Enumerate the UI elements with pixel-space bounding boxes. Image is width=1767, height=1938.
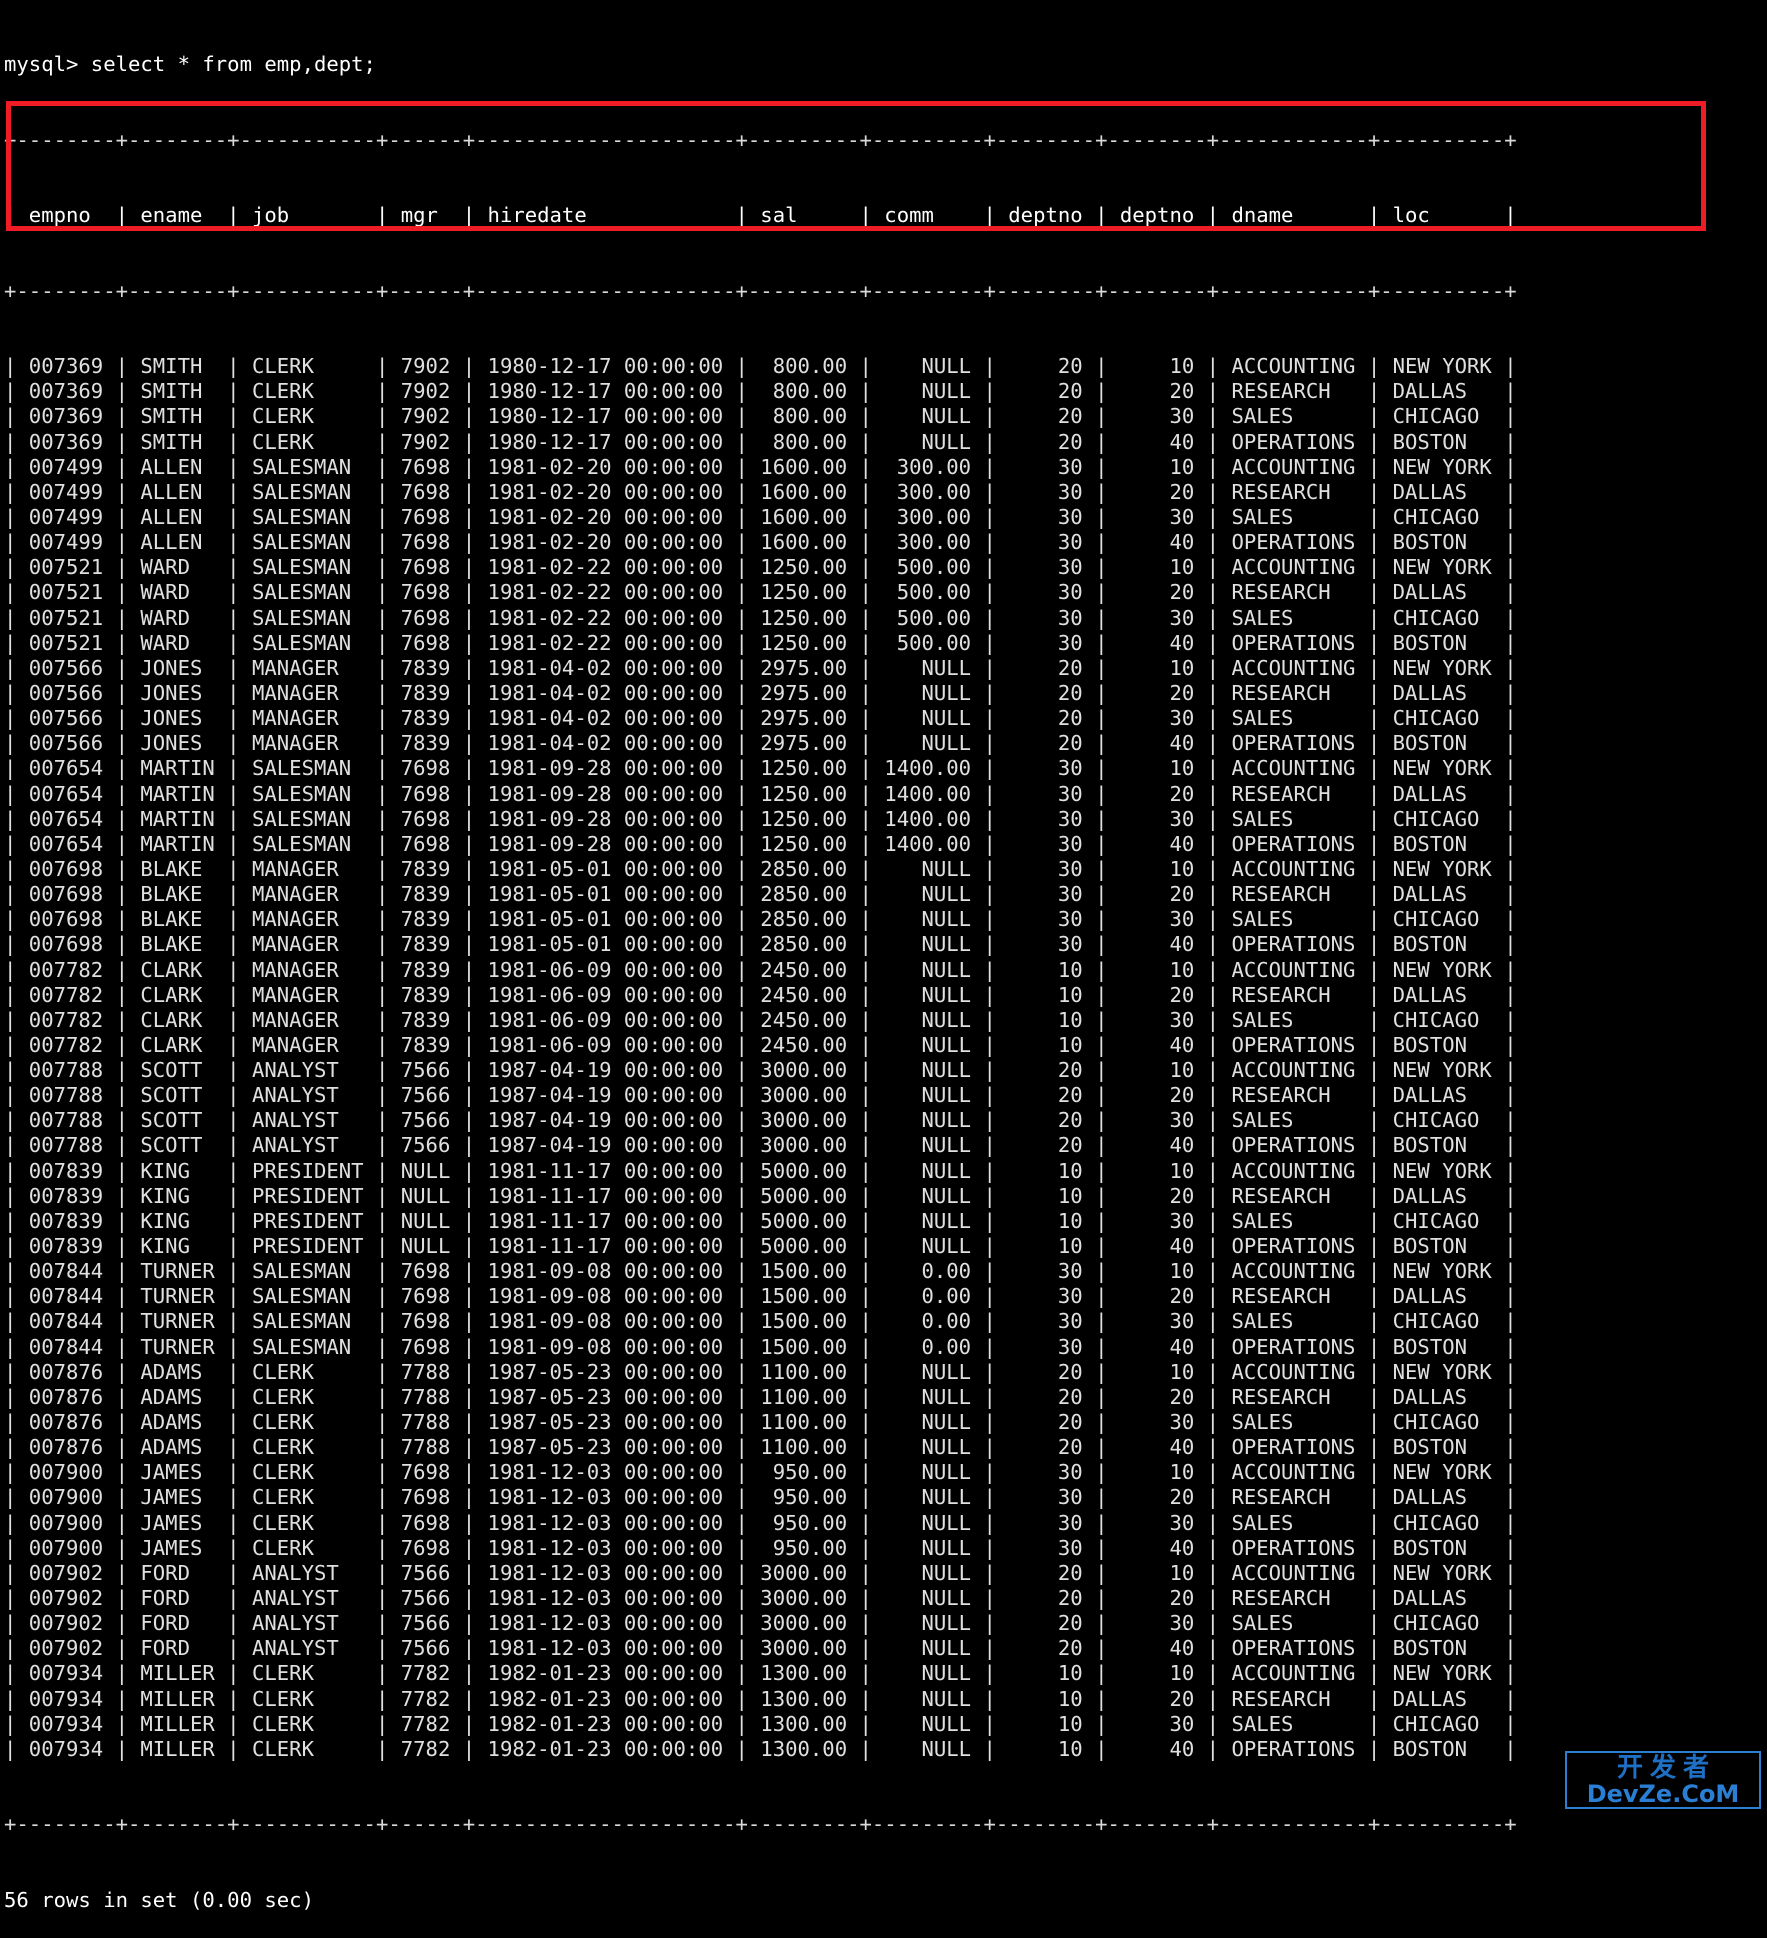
table-row: | 007839 | KING | PRESIDENT | NULL | 198… [4,1183,1517,1208]
table-row: | 007876 | ADAMS | CLERK | 7788 | 1987-0… [4,1384,1517,1409]
table-row: | 007499 | ALLEN | SALESMAN | 7698 | 198… [4,530,1517,555]
table-row: | 007521 | WARD | SALESMAN | 7698 | 1981… [4,630,1517,655]
table-row: | 007499 | ALLEN | SALESMAN | 7698 | 198… [4,504,1517,529]
table-row: | 007902 | FORD | ANALYST | 7566 | 1981-… [4,1586,1517,1611]
table-row: | 007369 | SMITH | CLERK | 7902 | 1980-1… [4,379,1517,404]
table-row: | 007499 | ALLEN | SALESMAN | 7698 | 198… [4,454,1517,479]
table-row: | 007654 | MARTIN | SALESMAN | 7698 | 19… [4,756,1517,781]
table-row: | 007876 | ADAMS | CLERK | 7788 | 1987-0… [4,1410,1517,1435]
table-row: | 007900 | JAMES | CLERK | 7698 | 1981-1… [4,1510,1517,1535]
table-row: | 007566 | JONES | MANAGER | 7839 | 1981… [4,655,1517,680]
mysql-prompt-line: mysql> select * from emp,dept; [4,52,376,77]
table-row: | 007369 | SMITH | CLERK | 7902 | 1980-1… [4,354,1517,379]
table-row: | 007654 | MARTIN | SALESMAN | 7698 | 19… [4,831,1517,856]
result-status-line: 56 rows in set (0.00 sec) [4,1887,314,1912]
table-row: | 007902 | FORD | ANALYST | 7566 | 1981-… [4,1560,1517,1585]
table-row: | 007654 | MARTIN | SALESMAN | 7698 | 19… [4,781,1517,806]
table-row: | 007844 | TURNER | SALESMAN | 7698 | 19… [4,1334,1517,1359]
table-row: | 007788 | SCOTT | ANALYST | 7566 | 1987… [4,1108,1517,1133]
watermark: 开发者 DevZe.CoM [1565,1751,1761,1809]
table-row: | 007788 | SCOTT | ANALYST | 7566 | 1987… [4,1058,1517,1083]
table-row: | 007788 | SCOTT | ANALYST | 7566 | 1987… [4,1133,1517,1158]
table-separator-top: +--------+--------+-----------+------+--… [4,127,1517,152]
table-row: | 007521 | WARD | SALESMAN | 7698 | 1981… [4,555,1517,580]
table-row: | 007934 | MILLER | CLERK | 7782 | 1982-… [4,1686,1517,1711]
table-row: | 007566 | JONES | MANAGER | 7839 | 1981… [4,706,1517,731]
table-row: | 007566 | JONES | MANAGER | 7839 | 1981… [4,680,1517,705]
table-row: | 007782 | CLARK | MANAGER | 7839 | 1981… [4,1032,1517,1057]
table-row: | 007788 | SCOTT | ANALYST | 7566 | 1987… [4,1083,1517,1108]
table-row: | 007844 | TURNER | SALESMAN | 7698 | 19… [4,1284,1517,1309]
table-row: | 007521 | WARD | SALESMAN | 7698 | 1981… [4,605,1517,630]
table-row: | 007900 | JAMES | CLERK | 7698 | 1981-1… [4,1535,1517,1560]
watermark-en-text: DevZe.CoM [1586,1779,1740,1808]
table-row: | 007839 | KING | PRESIDENT | NULL | 198… [4,1234,1517,1259]
table-row: | 007369 | SMITH | CLERK | 7902 | 1980-1… [4,404,1517,429]
table-row: | 007934 | MILLER | CLERK | 7782 | 1982-… [4,1711,1517,1736]
table-body: | 007369 | SMITH | CLERK | 7902 | 1980-1… [4,354,1767,1762]
table-row: | 007782 | CLARK | MANAGER | 7839 | 1981… [4,957,1517,982]
table-row: | 007876 | ADAMS | CLERK | 7788 | 1987-0… [4,1435,1517,1460]
table-row: | 007654 | MARTIN | SALESMAN | 7698 | 19… [4,806,1517,831]
table-row: | 007698 | BLAKE | MANAGER | 7839 | 1981… [4,932,1517,957]
table-row: | 007844 | TURNER | SALESMAN | 7698 | 19… [4,1259,1517,1284]
table-row: | 007369 | SMITH | CLERK | 7902 | 1980-1… [4,429,1517,454]
table-row: | 007934 | MILLER | CLERK | 7782 | 1982-… [4,1736,1517,1761]
table-row: | 007934 | MILLER | CLERK | 7782 | 1982-… [4,1661,1517,1686]
table-row: | 007876 | ADAMS | CLERK | 7788 | 1987-0… [4,1359,1517,1384]
table-row: | 007698 | BLAKE | MANAGER | 7839 | 1981… [4,882,1517,907]
table-row: | 007839 | KING | PRESIDENT | NULL | 198… [4,1208,1517,1233]
table-row: | 007839 | KING | PRESIDENT | NULL | 198… [4,1158,1517,1183]
table-row: | 007499 | ALLEN | SALESMAN | 7698 | 198… [4,479,1517,504]
table-row: | 007844 | TURNER | SALESMAN | 7698 | 19… [4,1309,1517,1334]
table-row: | 007900 | JAMES | CLERK | 7698 | 1981-1… [4,1485,1517,1510]
table-row: | 007902 | FORD | ANALYST | 7566 | 1981-… [4,1636,1517,1661]
table-row: | 007782 | CLARK | MANAGER | 7839 | 1981… [4,1007,1517,1032]
table-row: | 007698 | BLAKE | MANAGER | 7839 | 1981… [4,907,1517,932]
terminal-output[interactable]: mysql> select * from emp,dept; +--------… [0,0,1767,1912]
table-row: | 007902 | FORD | ANALYST | 7566 | 1981-… [4,1611,1517,1636]
table-row: | 007900 | JAMES | CLERK | 7698 | 1981-1… [4,1460,1517,1485]
table-row: | 007782 | CLARK | MANAGER | 7839 | 1981… [4,982,1517,1007]
table-header-row: | empno | ename | job | mgr | hiredate |… [4,203,1517,228]
watermark-cn-text: 开发者 [1616,1752,1716,1783]
table-separator-bottom: +--------+--------+-----------+------+--… [4,1812,1517,1837]
table-row: | 007698 | BLAKE | MANAGER | 7839 | 1981… [4,856,1517,881]
table-separator-header: +--------+--------+-----------+------+--… [4,278,1517,303]
table-row: | 007566 | JONES | MANAGER | 7839 | 1981… [4,731,1517,756]
table-row: | 007521 | WARD | SALESMAN | 7698 | 1981… [4,580,1517,605]
